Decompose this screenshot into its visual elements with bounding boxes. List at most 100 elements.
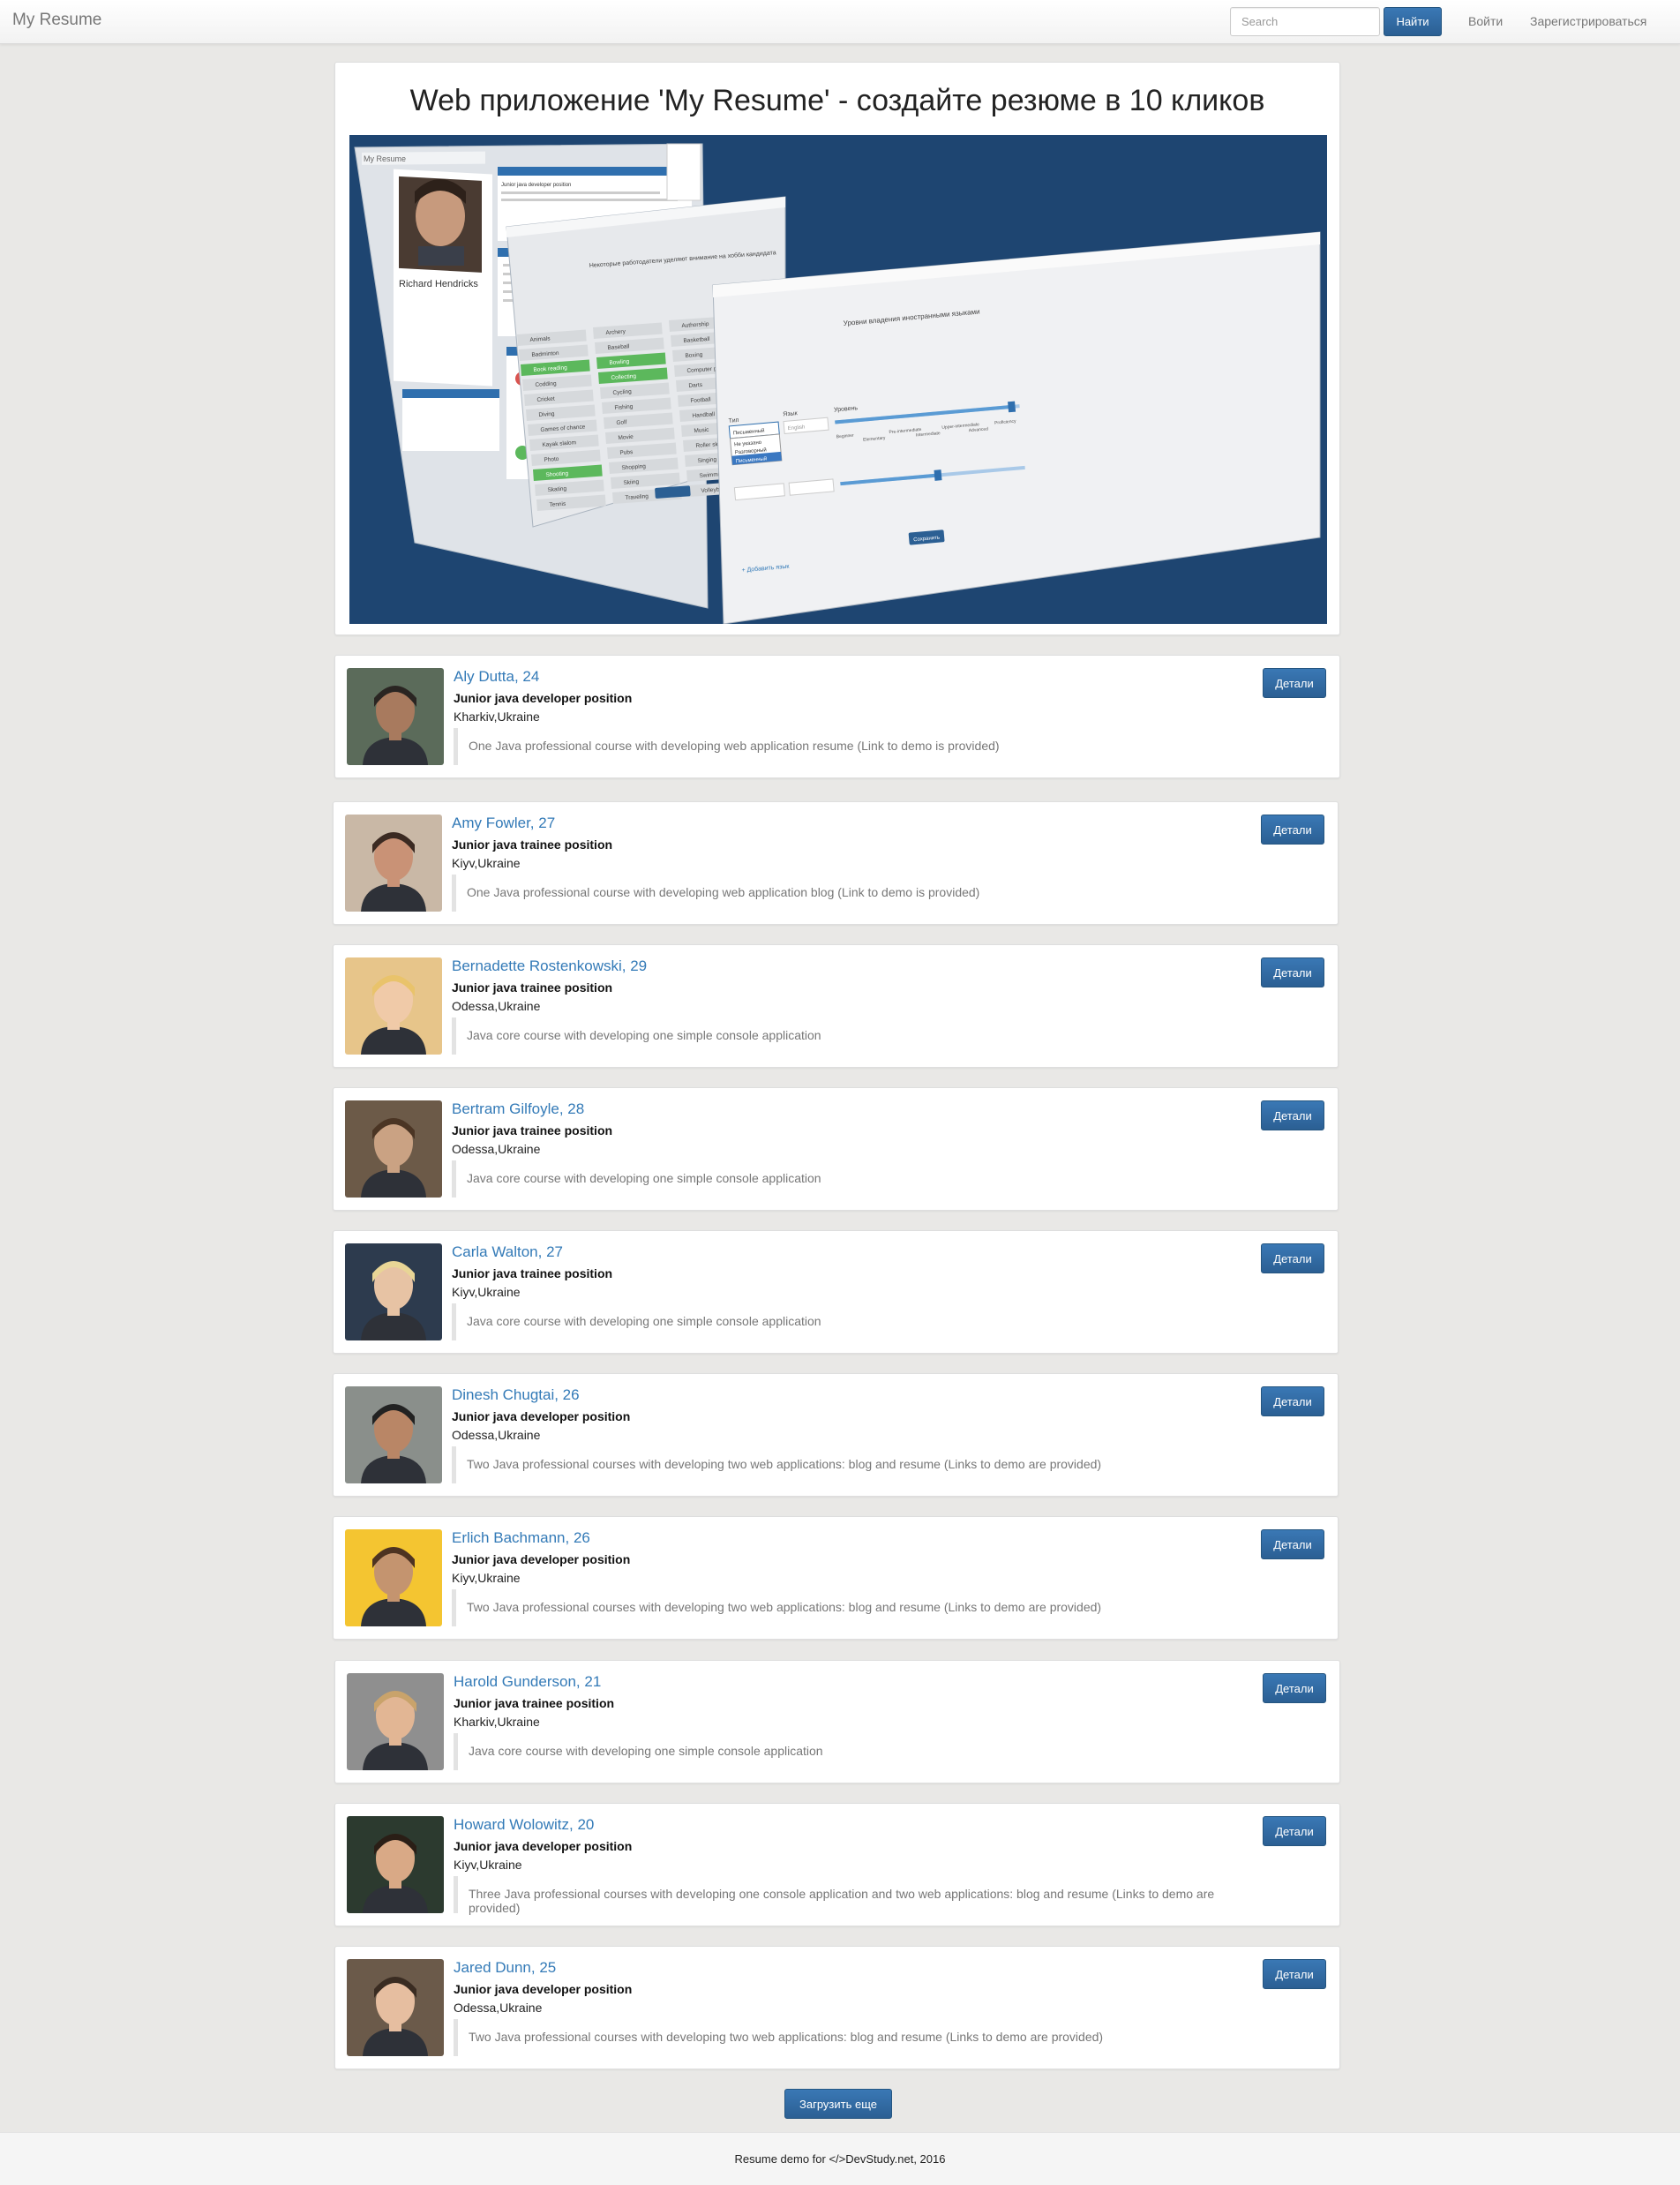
resume-summary: One Java professional course with develo…	[452, 875, 1246, 912]
details-button[interactable]: Детали	[1263, 668, 1326, 698]
resume-position: Junior java developer position	[454, 1839, 633, 1853]
details-button[interactable]: Детали	[1261, 815, 1324, 845]
resume-location: Kiyv,Ukraine	[452, 1285, 521, 1299]
load-more-button[interactable]: Загрузить еще	[784, 2089, 892, 2119]
resume-photo[interactable]	[345, 815, 442, 912]
details-button[interactable]: Детали	[1263, 1673, 1326, 1703]
avatar-photo	[345, 815, 442, 912]
footer: Resume demo for </>DevStudy.net, 2016	[0, 2132, 1680, 2185]
avatar-photo	[345, 1529, 442, 1626]
resume-location: Odessa,Ukraine	[452, 1142, 541, 1156]
resume-summary: Java core course with developing one sim…	[452, 1017, 1246, 1055]
resume-location: Kharkiv,Ukraine	[454, 710, 540, 724]
svg-text:Diving: Diving	[538, 411, 555, 418]
top-navbar: My Resume Найти Войти Зарегистрироваться	[0, 0, 1680, 44]
svg-text:Skiing: Skiing	[623, 479, 640, 486]
resume-summary: Java core course with developing one sim…	[452, 1160, 1246, 1198]
details-button[interactable]: Детали	[1261, 1386, 1324, 1416]
resume-card: Dinesh Chugtai, 26 Junior java developer…	[333, 1373, 1339, 1497]
avatar-photo	[347, 1673, 444, 1770]
resume-photo[interactable]	[347, 668, 444, 765]
svg-text:Boxing: Boxing	[685, 352, 703, 359]
resume-card: Amy Fowler, 27 Junior java trainee posit…	[333, 801, 1339, 925]
hero-panel: Web приложение 'My Resume' - создайте ре…	[334, 62, 1340, 635]
resume-location: Odessa,Ukraine	[454, 2001, 543, 2015]
details-button[interactable]: Детали	[1261, 957, 1324, 987]
details-button[interactable]: Детали	[1261, 1529, 1324, 1559]
resume-name-link[interactable]: Aly Dutta, 24	[454, 668, 539, 686]
screenshot-type-label: Тип	[728, 417, 739, 424]
svg-text:Golf: Golf	[616, 419, 627, 426]
resume-name-link[interactable]: Howard Wolowitz, 20	[454, 1816, 594, 1834]
resume-photo[interactable]	[345, 1529, 442, 1626]
register-link[interactable]: Зарегистрироваться	[1530, 14, 1646, 28]
resume-location: Odessa,Ukraine	[452, 1428, 541, 1442]
resume-card: Bertram Gilfoyle, 28 Junior java trainee…	[333, 1087, 1339, 1211]
resume-card: Erlich Bachmann, 26 Junior java develope…	[333, 1516, 1339, 1640]
svg-text:Fishing: Fishing	[614, 404, 634, 411]
resume-photo[interactable]	[345, 1243, 442, 1340]
avatar-photo	[347, 1959, 444, 2056]
resume-location: Kiyv,Ukraine	[452, 1571, 521, 1585]
svg-text:Movie: Movie	[618, 434, 634, 441]
brand-link[interactable]: My Resume	[12, 11, 101, 30]
resume-card: Bernadette Rostenkowski, 29 Junior java …	[333, 944, 1339, 1068]
svg-text:Music: Music	[694, 427, 709, 434]
svg-text:Pubs: Pubs	[619, 449, 634, 456]
details-button[interactable]: Детали	[1261, 1243, 1324, 1273]
resume-name-link[interactable]: Jared Dunn, 25	[454, 1959, 556, 1977]
resume-name-link[interactable]: Dinesh Chugtai, 26	[452, 1386, 580, 1404]
resume-position: Junior java trainee position	[452, 1123, 613, 1138]
hero-title: Web приложение 'My Resume' - создайте ре…	[409, 84, 1265, 117]
resume-position: Junior java trainee position	[452, 980, 613, 995]
details-button[interactable]: Детали	[1261, 1100, 1324, 1130]
resume-card: Aly Dutta, 24 Junior java developer posi…	[334, 655, 1340, 778]
search-button[interactable]: Найти	[1384, 7, 1442, 36]
resume-summary: Three Java professional courses with dev…	[454, 1876, 1248, 1915]
avatar-photo	[345, 1386, 442, 1483]
resume-name-link[interactable]: Amy Fowler, 27	[452, 815, 555, 832]
resume-photo[interactable]	[347, 1959, 444, 2056]
resume-name-link[interactable]: Harold Gunderson, 21	[454, 1673, 601, 1691]
resume-position: Junior java trainee position	[452, 837, 613, 852]
resume-photo[interactable]	[347, 1673, 444, 1770]
resume-position: Junior java developer position	[454, 691, 633, 705]
resume-summary: Two Java professional courses with devel…	[452, 1589, 1246, 1626]
svg-text:My Resume: My Resume	[364, 154, 406, 163]
hero-app-screenshot: My Resume Richard Hendricks Junior java …	[349, 135, 1327, 625]
svg-text:Photo: Photo	[544, 456, 559, 463]
resume-position: Junior java developer position	[452, 1409, 631, 1423]
resume-summary: Java core course with developing one sim…	[454, 1733, 1248, 1770]
search-input[interactable]	[1230, 7, 1380, 36]
resume-card: Howard Wolowitz, 20 Junior java develope…	[334, 1803, 1340, 1926]
resume-summary: One Java professional course with develo…	[454, 728, 1248, 765]
resume-card: Jared Dunn, 25 Junior java developer pos…	[334, 1946, 1340, 2069]
resume-photo[interactable]	[345, 1100, 442, 1198]
resume-position: Junior java trainee position	[454, 1696, 615, 1710]
avatar-photo	[347, 1816, 444, 1913]
avatar-photo	[345, 957, 442, 1055]
resume-location: Kharkiv,Ukraine	[454, 1715, 540, 1729]
resume-summary: Java core course with developing one sim…	[452, 1303, 1246, 1340]
resume-summary: Two Java professional courses with devel…	[452, 1446, 1246, 1483]
avatar-photo	[347, 668, 444, 765]
login-link[interactable]: Войти	[1468, 14, 1503, 28]
screenshot-position: Junior java developer position	[501, 183, 571, 188]
resume-name-link[interactable]: Carla Walton, 27	[452, 1243, 563, 1261]
resume-summary: Two Java professional courses with devel…	[454, 2019, 1248, 2056]
resume-card: Carla Walton, 27 Junior java trainee pos…	[333, 1230, 1339, 1354]
resume-photo[interactable]	[345, 957, 442, 1055]
resume-position: Junior java developer position	[452, 1552, 631, 1566]
resume-name-link[interactable]: Bernadette Rostenkowski, 29	[452, 957, 647, 975]
details-button[interactable]: Детали	[1263, 1816, 1326, 1846]
details-button[interactable]: Детали	[1263, 1959, 1326, 1989]
avatar-photo	[345, 1100, 442, 1198]
app-screenshot-illustration: My Resume Richard Hendricks Junior java …	[349, 135, 1327, 625]
svg-text:Cricket: Cricket	[536, 396, 555, 403]
resume-name-link[interactable]: Erlich Bachmann, 26	[452, 1529, 590, 1547]
screenshot-profile-name: Richard Hendricks	[399, 279, 478, 289]
resume-photo[interactable]	[347, 1816, 444, 1913]
avatar-photo	[345, 1243, 442, 1340]
resume-name-link[interactable]: Bertram Gilfoyle, 28	[452, 1100, 584, 1118]
resume-photo[interactable]	[345, 1386, 442, 1483]
